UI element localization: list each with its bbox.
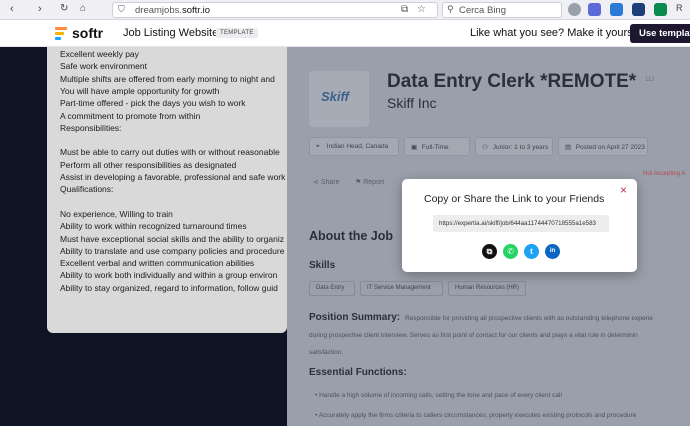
extension-icon[interactable] bbox=[588, 3, 601, 16]
browser-toolbar: ‹ › ↻ ⌂ ⛉ dreamjobs.softr.io ⧉ ☆ ⚲ Cerca… bbox=[0, 0, 690, 20]
essential-function-item: • Handle a high volume of incoming calls… bbox=[315, 392, 562, 399]
address-bar[interactable]: ⛉ dreamjobs.softr.io ⧉ ☆ bbox=[112, 2, 438, 18]
description-line: Excellent verbal and written communicati… bbox=[60, 258, 255, 269]
tag-label: Junior: 1 to 3 years bbox=[491, 144, 549, 151]
bookmark-star-icon[interactable]: ☆ bbox=[417, 4, 426, 15]
flag-icon: ⚑ bbox=[355, 179, 364, 186]
position-summary-text: Responsible for providing all prospectiv… bbox=[405, 315, 653, 322]
url-text: dreamjobs.softr.io bbox=[135, 5, 210, 16]
template-badge: TEMPLATE bbox=[216, 28, 258, 38]
extension-icon[interactable] bbox=[632, 3, 645, 16]
softr-logo-icon bbox=[55, 27, 67, 40]
share-link-field[interactable]: https://expertia.ai/skiff/job/644aa11744… bbox=[433, 215, 609, 232]
share-button[interactable]: ⋖ Share bbox=[313, 178, 340, 186]
tabs-icon[interactable]: ⧉ bbox=[401, 4, 408, 15]
shield-icon: ⛉ bbox=[118, 4, 125, 14]
whatsapp-icon[interactable]: ✆ bbox=[503, 244, 518, 259]
share-link-modal: Copy or Share the Link to your Friends ×… bbox=[402, 179, 637, 272]
about-heading: About the Job bbox=[309, 229, 394, 243]
company-logo: Skiff bbox=[309, 71, 369, 127]
view-count: 112 bbox=[645, 77, 655, 83]
tag-label: Full-Time bbox=[420, 144, 449, 151]
bitwarden-icon[interactable] bbox=[610, 3, 623, 16]
description-line: Part-time offered - pick the days you wi… bbox=[60, 98, 246, 109]
description-line: Safe work environment bbox=[60, 61, 147, 72]
description-line: Qualifications: bbox=[60, 184, 114, 195]
search-icon: ⚲ bbox=[447, 4, 454, 14]
tag-label: Posted on April 27 2023 bbox=[574, 144, 645, 151]
briefcase-icon: ▣ bbox=[411, 144, 418, 151]
skills-heading: Skills bbox=[309, 260, 336, 271]
description-line: Perform all other responsibilities as de… bbox=[60, 159, 237, 170]
forward-button[interactable]: › bbox=[38, 3, 42, 15]
job-title: Data Entry Clerk *REMOTE* bbox=[387, 71, 637, 92]
user-icon: ⚇ bbox=[482, 144, 488, 151]
position-summary-text: satisfaction. bbox=[309, 349, 344, 356]
account-icon[interactable] bbox=[568, 3, 581, 16]
skill-chip: Data Entry bbox=[309, 281, 355, 296]
description-line: Must have exceptional social skills and … bbox=[60, 233, 284, 244]
softr-template-banner: softr Job Listing Website TEMPLATE Like … bbox=[0, 20, 690, 47]
location-icon: ⌖ bbox=[316, 143, 320, 150]
share-icon: ⋖ bbox=[313, 179, 321, 186]
home-icon[interactable]: ⌂ bbox=[80, 3, 86, 14]
close-icon[interactable]: × bbox=[620, 183, 627, 197]
description-line: Ability to stay organized, regard to inf… bbox=[60, 282, 278, 293]
description-line: Multiple shifts are offered from early m… bbox=[60, 73, 275, 84]
brand-name: softr bbox=[72, 25, 104, 41]
description-line: Responsibilities: bbox=[60, 122, 122, 133]
job-tag: ▣ Full-Time bbox=[404, 137, 470, 156]
modal-title: Copy or Share the Link to your Friends bbox=[424, 193, 605, 205]
description-line: Must be able to carry out duties with or… bbox=[60, 147, 280, 158]
reload-icon[interactable]: ↻ bbox=[60, 3, 68, 14]
promo-text: Like what you see? Make it yours bbox=[470, 27, 633, 39]
description-line: You will have ample opportunity for grow… bbox=[60, 85, 220, 96]
company-name: Skiff Inc bbox=[387, 95, 437, 111]
report-button[interactable]: ⚑ Report bbox=[355, 178, 384, 186]
search-input: Cerca Bing bbox=[459, 5, 506, 16]
twitter-icon[interactable]: t bbox=[524, 244, 539, 259]
essential-functions-heading: Essential Functions: bbox=[309, 367, 407, 378]
linkedin-icon[interactable]: in bbox=[545, 244, 560, 259]
description-line: Assist in developing a favorable, profes… bbox=[60, 172, 286, 182]
job-tag: ⌖ Indian Head, Canada bbox=[309, 137, 399, 156]
description-line: Ability to work both individually and wi… bbox=[60, 270, 278, 281]
site-title: Job Listing Website bbox=[123, 27, 219, 39]
search-bar[interactable]: ⚲ Cerca Bing bbox=[442, 2, 562, 18]
essential-function-item: • Accurately apply the firms criteria to… bbox=[315, 412, 637, 419]
description-line: Excellent weekly pay bbox=[60, 49, 139, 59]
skill-chip: Human Resources (HR) bbox=[448, 281, 526, 296]
skill-chip: IT Service Management bbox=[360, 281, 443, 296]
position-summary-text: during prospective client interview. Ser… bbox=[309, 332, 638, 339]
profile-label[interactable]: R bbox=[676, 3, 683, 13]
description-line: A commitment to promote from within bbox=[60, 110, 201, 121]
extension-icon[interactable] bbox=[654, 3, 667, 16]
description-line: No experience, Willing to train bbox=[60, 208, 173, 219]
status-badge: Not Accepting A bbox=[643, 171, 686, 177]
back-button[interactable]: ‹ bbox=[10, 3, 14, 15]
job-tag: ▤ Posted on April 27 2023 bbox=[558, 137, 648, 156]
description-line: Ability to translate and use company pol… bbox=[60, 245, 285, 256]
tag-label: Indian Head, Canada bbox=[325, 143, 389, 150]
position-summary-heading: Position Summary: bbox=[309, 312, 401, 323]
description-line: Ability to work within recognized turnar… bbox=[60, 221, 247, 232]
job-tag: ⚇ Junior: 1 to 3 years bbox=[475, 137, 553, 156]
copy-link-icon[interactable]: ⧉ bbox=[482, 244, 497, 259]
use-template-button[interactable]: Use template bbox=[630, 24, 690, 43]
job-description-card: Excellent weekly pay Safe work environmen… bbox=[47, 47, 287, 333]
calendar-icon: ▤ bbox=[565, 144, 572, 151]
